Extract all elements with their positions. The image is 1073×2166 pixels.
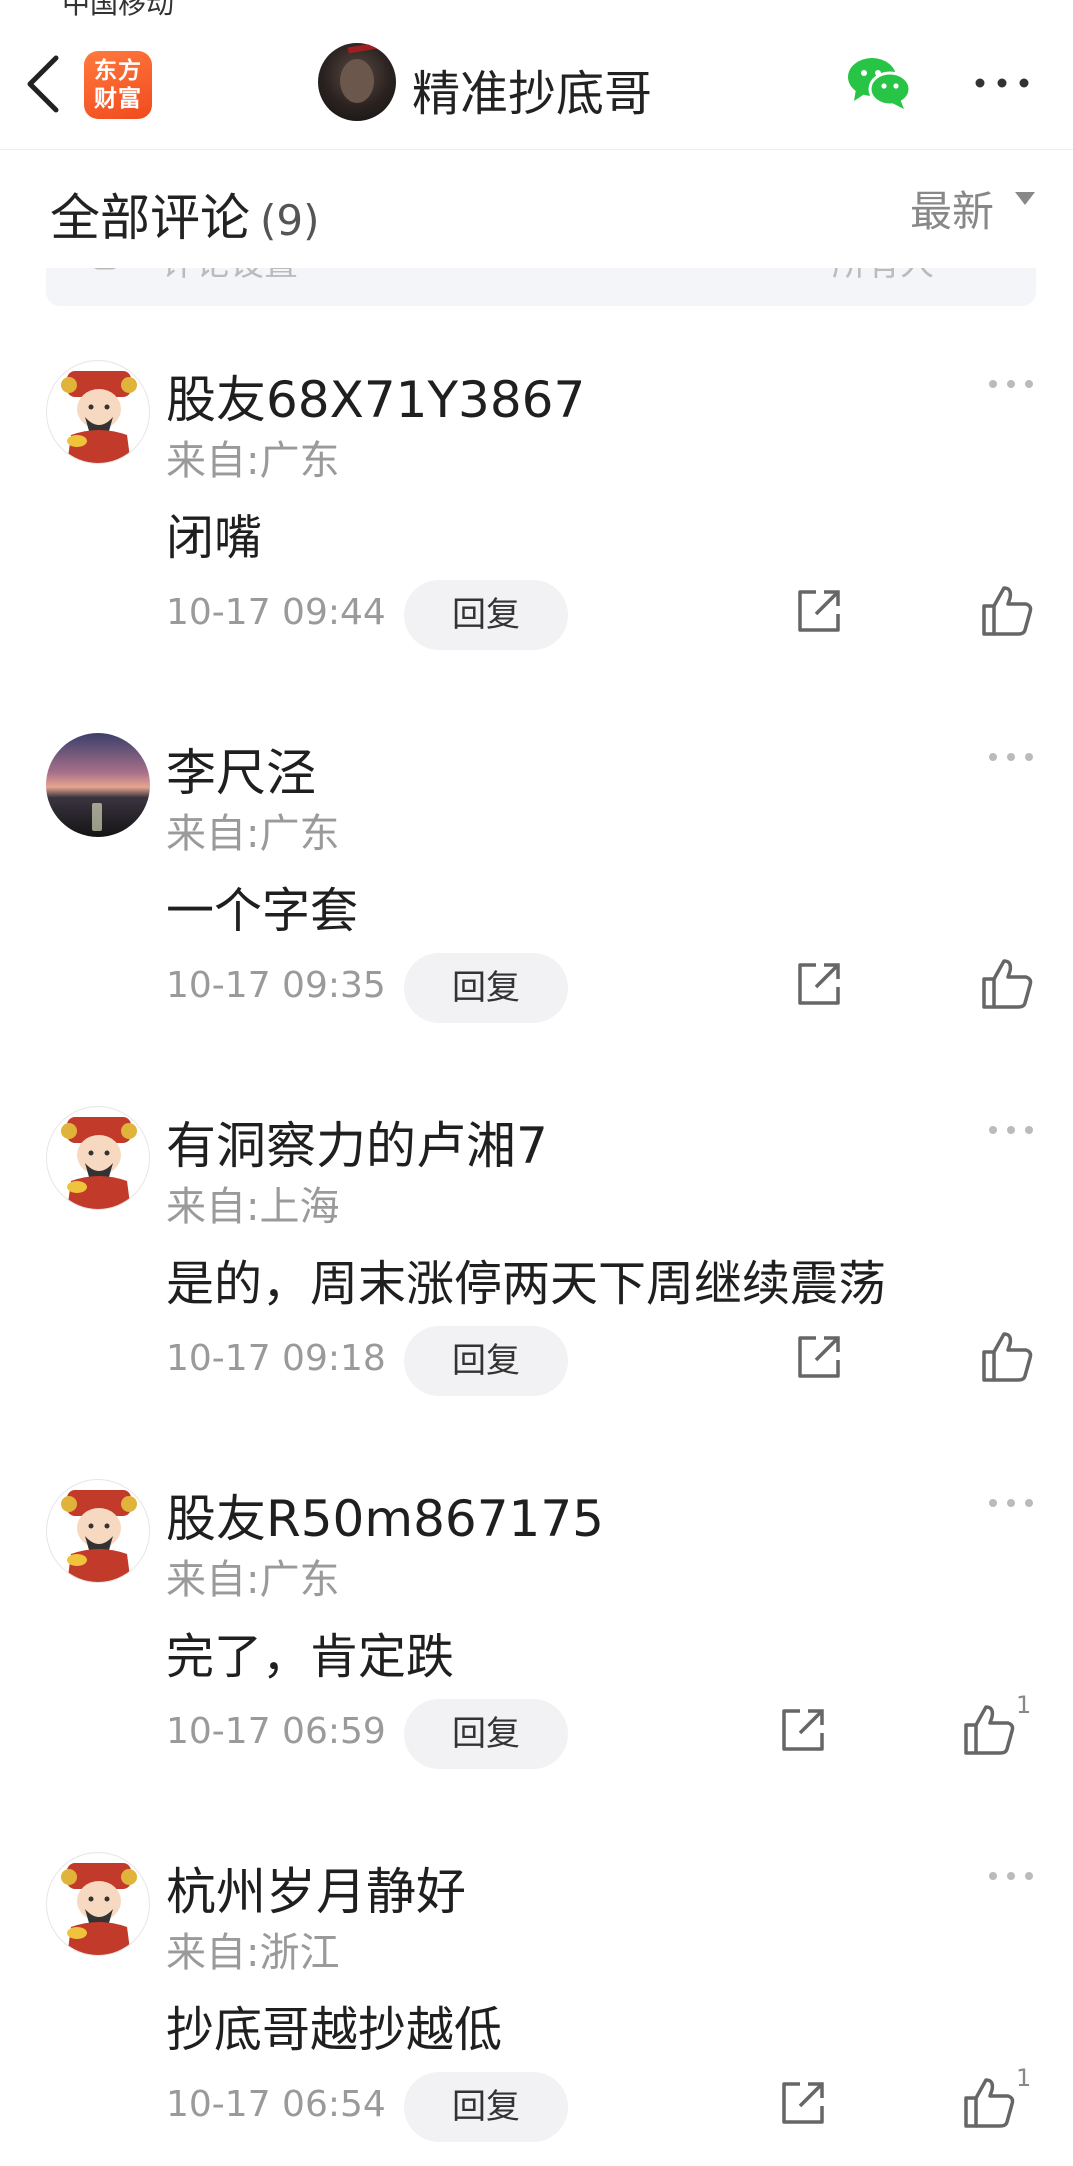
location-value: 广东 xyxy=(259,438,340,484)
comment-text: 完了，肯定跌 xyxy=(166,1629,455,1685)
like-thumb-icon[interactable] xyxy=(980,1330,1034,1384)
commenter-name[interactable]: 李尺泾 xyxy=(166,733,316,805)
location-label: 来自: xyxy=(166,1930,260,1976)
location-value: 广东 xyxy=(259,811,340,857)
location-value: 广东 xyxy=(259,1557,340,1603)
top-navbar: 东方 财富 精准抄底哥 xyxy=(0,0,1073,150)
share-icon[interactable] xyxy=(778,1705,828,1755)
comments-count: (9) xyxy=(260,196,320,245)
comment-time: 10-17 09:35 xyxy=(166,965,386,1006)
comment-time: 10-17 06:54 xyxy=(166,2084,386,2125)
like-count: 1 xyxy=(1016,1691,1032,1719)
author-avatar[interactable] xyxy=(318,43,396,121)
comment-more-icon[interactable] xyxy=(986,1122,1036,1138)
commenter-avatar[interactable] xyxy=(46,360,150,464)
comments-title-text: 全部评论 xyxy=(50,189,250,247)
commenter-avatar[interactable] xyxy=(46,733,150,837)
share-icon[interactable] xyxy=(794,1332,844,1382)
comment-item: 有洞察力的卢湘7 来自:上海 是的，周末涨停两天下周继续震荡 10-17 09:… xyxy=(0,1106,1073,1480)
like-count: 1 xyxy=(1016,2064,1032,2092)
back-arrow-icon[interactable] xyxy=(22,52,66,116)
comment-item: 李尺泾 来自:广东 一个字套 10-17 09:35 回复 xyxy=(0,733,1073,1107)
comment-more-icon[interactable] xyxy=(986,1868,1036,1884)
comment-more-icon[interactable] xyxy=(986,376,1036,392)
sort-dropdown[interactable]: 最新 xyxy=(910,178,994,239)
location-value: 浙江 xyxy=(259,1930,340,1976)
comment-time: 10-17 09:18 xyxy=(166,1338,386,1379)
comment-item: 股友68X71Y3867 来自:广东 闭嘴 10-17 09:44 回复 xyxy=(0,360,1073,734)
share-icon[interactable] xyxy=(794,959,844,1009)
comment-more-icon[interactable] xyxy=(986,1495,1036,1511)
location-label: 来自: xyxy=(166,1557,260,1603)
share-icon[interactable] xyxy=(794,586,844,636)
commenter-name[interactable]: 有洞察力的卢湘7 xyxy=(166,1106,548,1178)
comments-title: 全部评论 (9) xyxy=(50,178,320,250)
commenter-location: 来自:广东 xyxy=(166,428,339,486)
comment-text: 一个字套 xyxy=(166,883,359,939)
commenter-location: 来自:广东 xyxy=(166,1547,339,1605)
location-value: 上海 xyxy=(259,1184,340,1230)
comment-text: 抄底哥越抄越低 xyxy=(166,2002,503,2058)
commenter-avatar[interactable] xyxy=(46,1106,150,1210)
comment-item: 杭州岁月静好 来自:浙江 抄底哥越抄越低 10-17 06:54 回复 1 xyxy=(0,1852,1073,2166)
commenter-location: 来自:广东 xyxy=(166,801,339,859)
comment-time: 10-17 06:59 xyxy=(166,1711,386,1752)
reply-button[interactable]: 回复 xyxy=(404,2072,568,2142)
comment-text: 闭嘴 xyxy=(166,510,263,566)
comment-time: 10-17 09:44 xyxy=(166,592,386,633)
app-logo[interactable]: 东方 财富 xyxy=(84,51,152,119)
wechat-icon[interactable] xyxy=(846,55,912,111)
commenter-name[interactable]: 杭州岁月静好 xyxy=(166,1852,466,1924)
like-thumb-icon[interactable] xyxy=(980,957,1034,1011)
commenter-location: 来自:上海 xyxy=(166,1174,339,1232)
reply-button[interactable]: 回复 xyxy=(404,580,568,650)
comment-item: 股友R50m867175 来自:广东 完了，肯定跌 10-17 06:59 回复… xyxy=(0,1479,1073,1853)
more-options-icon[interactable] xyxy=(972,68,1032,98)
commenter-location: 来自:浙江 xyxy=(166,1920,339,1978)
reply-button[interactable]: 回复 xyxy=(404,1699,568,1769)
commenter-name[interactable]: 股友68X71Y3867 xyxy=(166,360,585,432)
sort-caret-icon[interactable] xyxy=(1015,192,1035,205)
like-thumb-icon[interactable] xyxy=(962,2076,1016,2130)
share-icon[interactable] xyxy=(778,2078,828,2128)
comment-text: 是的，周末涨停两天下周继续震荡 xyxy=(166,1256,887,1312)
comments-header: 全部评论 (9) 最新 xyxy=(0,150,1073,268)
author-name[interactable]: 精准抄底哥 xyxy=(412,54,652,124)
comment-more-icon[interactable] xyxy=(986,749,1036,765)
reply-button[interactable]: 回复 xyxy=(404,953,568,1023)
location-label: 来自: xyxy=(166,438,260,484)
commenter-avatar[interactable] xyxy=(46,1479,150,1583)
commenter-name[interactable]: 股友R50m867175 xyxy=(166,1479,604,1551)
app-logo-line1: 东方 xyxy=(94,58,142,84)
app-logo-line2: 财富 xyxy=(94,86,142,112)
commenter-avatar[interactable] xyxy=(46,1852,150,1956)
reply-button[interactable]: 回复 xyxy=(404,1326,568,1396)
like-thumb-icon[interactable] xyxy=(962,1703,1016,1757)
location-label: 来自: xyxy=(166,811,260,857)
location-label: 来自: xyxy=(166,1184,260,1230)
like-thumb-icon[interactable] xyxy=(980,584,1034,638)
